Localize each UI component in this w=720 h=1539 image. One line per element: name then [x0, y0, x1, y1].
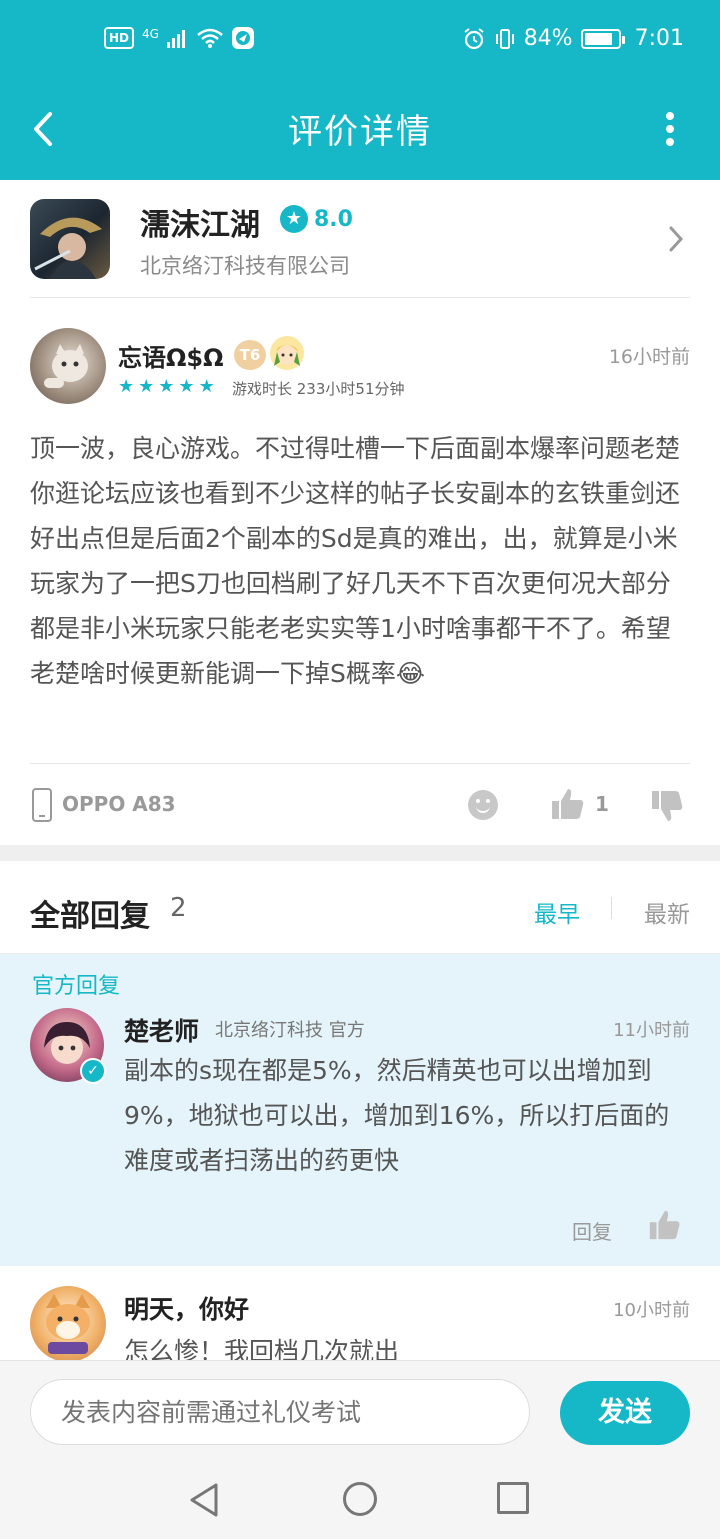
developer-name: 北京络汀科技有限公司 — [140, 254, 350, 278]
network-label: 4G — [142, 27, 159, 41]
nav-recents-icon[interactable] — [497, 1482, 529, 1514]
reviewer-name[interactable]: 忘语Ω$Ω — [118, 338, 224, 373]
reply-time: 10小时前 — [613, 1300, 690, 1321]
reply-content: 怎么惨！我回档几次就出 — [124, 1337, 400, 1360]
battery-percent: 84% — [523, 26, 573, 51]
page-title: 评价详情 — [288, 112, 432, 152]
status-bar: HD 4G 84% 7:01 — [0, 0, 720, 82]
replies-count: 2 — [170, 893, 187, 923]
official-author[interactable]: 楚老师 — [124, 1012, 199, 1048]
system-nav-bar — [0, 1460, 720, 1539]
alarm-icon — [464, 27, 484, 49]
sort-earliest-tab[interactable]: 最早 — [534, 895, 580, 929]
reply-avatar[interactable] — [30, 1286, 106, 1360]
game-name: 濡沫江湖 — [140, 208, 260, 243]
reply-item: 明天，你好 10小时前 怎么惨！我回档几次就出 — [0, 1266, 720, 1360]
thumbs-up-icon[interactable] — [550, 786, 586, 822]
status-left: HD 4G — [104, 26, 255, 50]
reply-button[interactable]: 回复 — [572, 1216, 612, 1245]
wifi-icon — [197, 28, 223, 48]
reply-author[interactable]: 明天，你好 — [124, 1290, 249, 1326]
status-right: 84% 7:01 — [462, 26, 684, 51]
emoji-reaction-icon[interactable] — [468, 790, 498, 820]
review-content: 顶一波，良心游戏。不过得吐槽一下后面副本爆率问题老楚你逛论坛应该也看到不少这样的… — [30, 434, 681, 688]
game-card[interactable]: 濡沫江湖 ★ 8.0 北京络汀科技有限公司 — [30, 180, 690, 298]
review-time: 16小时前 — [608, 346, 690, 368]
hd-badge: HD — [104, 27, 135, 49]
vibrate-icon — [495, 28, 514, 49]
review-footer: OPPO A83 1 — [30, 763, 690, 843]
nav-back-icon[interactable] — [186, 1480, 226, 1520]
composer-bar: 发送 — [0, 1360, 720, 1460]
thumbs-up-icon[interactable] — [648, 1208, 682, 1242]
official-reply-label: 官方回复 — [32, 974, 121, 999]
clock: 7:01 — [634, 26, 684, 51]
star-icon: ★ — [178, 376, 195, 397]
comment-input[interactable] — [30, 1379, 530, 1445]
review-stars: ★ ★ ★ ★ ★ — [118, 376, 215, 397]
game-rating: ★ 8.0 — [280, 205, 353, 233]
device-name: OPPO A83 — [62, 792, 176, 816]
signal-icon — [166, 30, 185, 48]
star-icon: ★ — [158, 376, 175, 397]
replies-title: 全部回复 — [30, 899, 150, 934]
title-bar: 评价详情 — [0, 82, 720, 180]
section-divider — [0, 845, 720, 861]
battery-fill — [584, 32, 612, 45]
verified-badge-icon: ✓ — [80, 1058, 106, 1084]
reviewer-avatar[interactable] — [30, 328, 106, 404]
chevron-right-icon[interactable] — [666, 224, 686, 254]
sort-latest-tab[interactable]: 最新 — [644, 895, 690, 929]
playtime: 游戏时长 233小时51分钟 — [232, 380, 405, 398]
official-org: 北京络汀科技 官方 — [215, 1020, 365, 1041]
game-icon — [30, 199, 110, 279]
battery-icon — [580, 28, 625, 49]
character-badge-icon — [270, 336, 304, 370]
nav-home-icon[interactable] — [343, 1482, 377, 1516]
rating-value: 8.0 — [314, 206, 353, 232]
more-options-button[interactable] — [660, 104, 680, 154]
official-time: 11小时前 — [613, 1020, 690, 1041]
like-count: 1 — [595, 792, 609, 816]
send-button[interactable]: 发送 — [560, 1381, 690, 1445]
official-content: 副本的s现在都是5%，然后精英也可以出增加到9%，地狱也可以出，增加到16%，所… — [124, 1056, 670, 1175]
star-icon: ★ — [198, 376, 215, 397]
replies-header: 全部回复 2 最早 最新 — [0, 861, 720, 954]
review-card: 忘语Ω$Ω T6 16小时前 ★ ★ ★ ★ ★ 游戏时长 233小时51分钟 顶一波，… — [30, 298, 690, 843]
thumbs-down-icon[interactable] — [650, 788, 684, 824]
sort-divider — [611, 897, 612, 919]
app-notification-icon — [231, 27, 254, 49]
level-badge: T6 — [234, 340, 266, 370]
star-icon: ★ — [138, 376, 155, 397]
phone-icon — [32, 788, 52, 822]
star-icon: ★ — [118, 376, 135, 397]
official-reply: 官方回复 ✓ 楚老师 北京络汀科技 官方 11小时前 副本的s现在都是5%，然后… — [0, 954, 720, 1266]
rating-star-icon: ★ — [280, 205, 308, 233]
